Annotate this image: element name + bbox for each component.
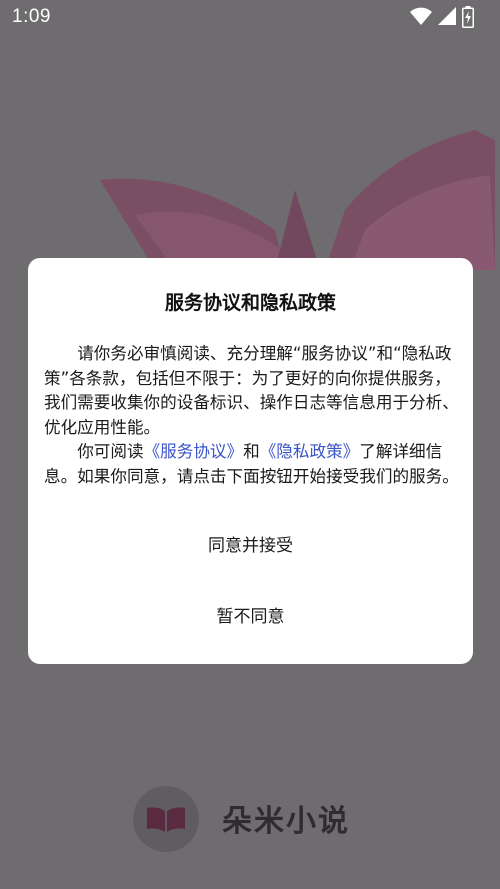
accept-button[interactable]: 同意并接受 — [28, 526, 473, 566]
dialog-body: 请你务必审慎阅读、充分理解“服务协议”和“隐私政策”各条款，包括但不限于：为了更… — [44, 342, 459, 489]
status-time: 1:09 — [12, 6, 51, 27]
battery-charging-icon — [462, 6, 474, 28]
dialog-title: 服务协议和隐私政策 — [164, 292, 336, 314]
dialog-paragraph-1: 请你务必审慎阅读、充分理解“服务协议”和“隐私政策”各条款，包括但不限于：为了更… — [44, 344, 459, 437]
privacy-dialog: 服务协议和隐私政策 请你务必审慎阅读、充分理解“服务协议”和“隐私政策”各条款，… — [28, 258, 473, 664]
decline-button[interactable]: 暂不同意 — [28, 597, 473, 637]
service-agreement-link[interactable]: 《服务协议》 — [144, 442, 244, 461]
paragraph-2-prefix: 你可阅读 — [77, 442, 144, 461]
dialog-paragraph-2: 你可阅读《服务协议》和《隐私政策》了解详细信息。如果你同意，请点击下面按钮开始接… — [44, 440, 459, 489]
status-bar: 1:09 — [0, 0, 500, 36]
signal-icon — [438, 7, 456, 25]
brand-logo — [133, 786, 199, 852]
wifi-icon — [410, 7, 432, 25]
book-illustration — [100, 130, 495, 270]
paragraph-2-mid: 和 — [243, 442, 260, 461]
privacy-policy-link[interactable]: 《隐私政策》 — [260, 442, 360, 461]
open-book-icon — [147, 807, 185, 832]
brand-name: 朵米小说 — [222, 804, 350, 839]
